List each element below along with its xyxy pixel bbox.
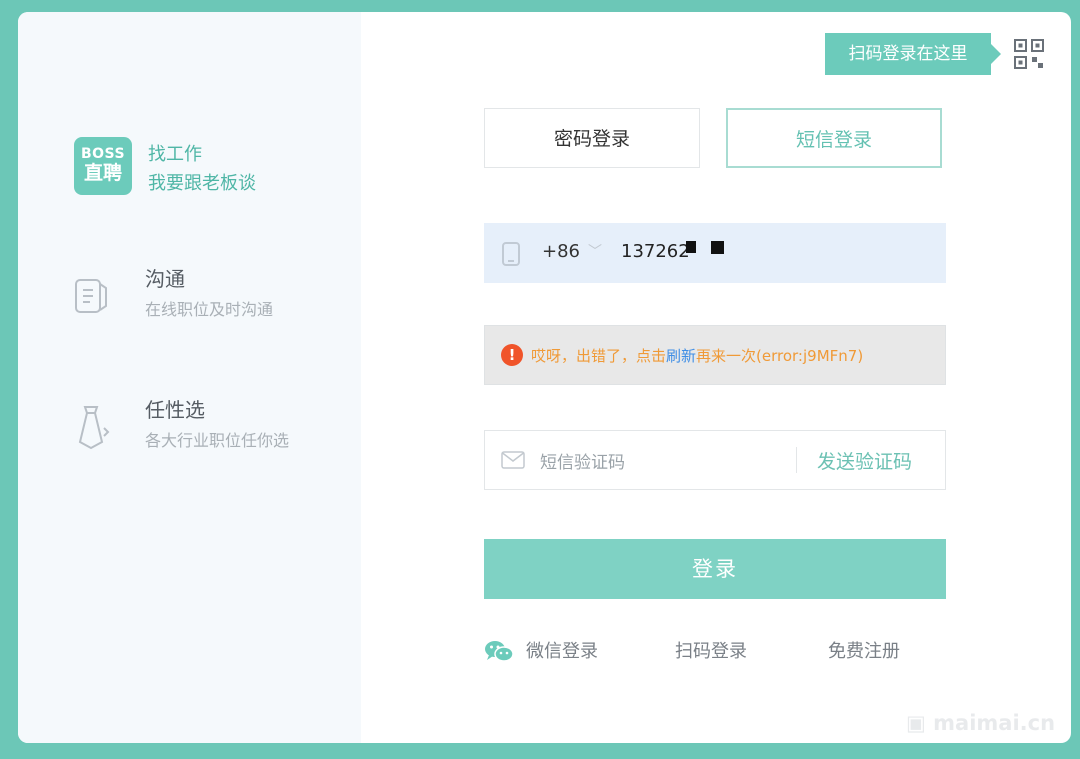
boss-logo: BOSS 直聘 (74, 137, 132, 195)
tab-sms-login[interactable]: 短信登录 (726, 108, 942, 168)
feature-title: 任性选 (145, 398, 205, 422)
feature-title: 沟通 (145, 267, 185, 291)
tie-icon (78, 406, 110, 450)
sms-code-input[interactable]: 短信验证码 发送验证码 (484, 430, 946, 490)
tagline-line2: 我要跟老板谈 (148, 173, 256, 194)
error-suffix: 再来一次(error:j9MFn7) (696, 347, 864, 365)
phone-number-value[interactable]: 137262 (621, 241, 690, 262)
wechat-login-link[interactable]: 微信登录 (526, 639, 598, 665)
phone-icon (502, 242, 520, 266)
feature-subtitle: 在线职位及时沟通 (145, 300, 274, 319)
register-link[interactable]: 免费注册 (828, 639, 900, 665)
tagline-line1: 找工作 (148, 144, 202, 165)
scan-login-link[interactable]: 扫码登录 (675, 639, 747, 665)
logo-line2: 直聘 (83, 162, 122, 184)
envelope-icon (501, 451, 525, 469)
left-panel: BOSS 直聘 找工作 我要跟老板谈 沟通 在线职位及时沟通 任性选 各大行业职… (18, 12, 361, 743)
country-code[interactable]: +86 (542, 241, 580, 262)
tab-password-login[interactable]: 密码登录 (484, 108, 700, 168)
error-message: ! 哎呀，出错了，点击刷新再来一次(error:j9MFn7) (484, 325, 946, 385)
watermark-text: maimai.cn (933, 711, 1056, 735)
login-button[interactable]: 登录 (484, 539, 946, 599)
maimai-logo-icon: ▣ (906, 711, 926, 735)
wechat-icon[interactable] (484, 639, 514, 663)
phone-input[interactable]: +86 ﹀ 137262 (484, 223, 946, 283)
chat-document-icon (75, 279, 107, 313)
send-code-button[interactable]: 发送验证码 (817, 447, 912, 474)
qr-login-tip: 扫码登录在这里 (825, 33, 1001, 75)
divider (796, 447, 797, 473)
alert-icon: ! (501, 344, 523, 366)
error-prefix: 哎呀，出错了，点击 (531, 347, 667, 365)
redaction-mark (686, 241, 696, 253)
refresh-link[interactable]: 刷新 (666, 347, 696, 365)
feature-subtitle: 各大行业职位任你选 (145, 431, 290, 450)
logo-line1: BOSS (80, 146, 126, 162)
watermark: ▣ maimai.cn (906, 711, 1055, 735)
error-text: 哎呀，出错了，点击刷新再来一次(error:j9MFn7) (531, 345, 863, 366)
redaction-mark (711, 241, 724, 254)
login-window: BOSS 直聘 找工作 我要跟老板谈 沟通 在线职位及时沟通 任性选 各大行业职… (18, 12, 1071, 743)
feature-communication: 沟通 在线职位及时沟通 (145, 265, 273, 323)
tagline: 找工作 我要跟老板谈 (148, 140, 256, 198)
feature-choice: 任性选 各大行业职位任你选 (145, 396, 289, 454)
qr-code-icon[interactable] (1014, 39, 1044, 69)
sms-code-placeholder[interactable]: 短信验证码 (540, 448, 625, 473)
chevron-down-icon[interactable]: ﹀ (588, 241, 602, 261)
